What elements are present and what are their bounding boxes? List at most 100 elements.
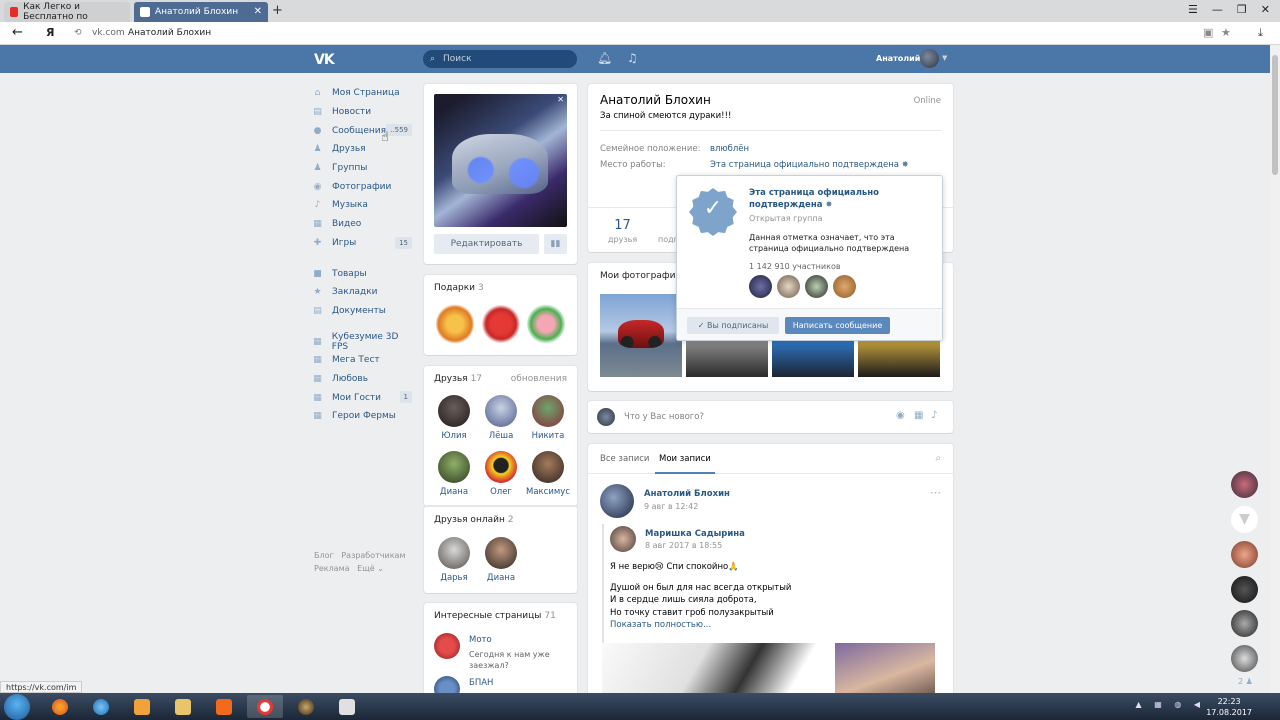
online-counter[interactable]: 2 ♟ bbox=[1238, 677, 1253, 686]
profile-status[interactable]: За спиной смеются дураки!!! bbox=[600, 111, 731, 121]
composer-input[interactable]: Что у Вас нового? bbox=[624, 412, 704, 422]
camera-icon[interactable]: ◉ bbox=[896, 410, 905, 421]
subscribed-button[interactable]: ✓ Вы подписаны bbox=[687, 317, 779, 334]
friend-item[interactable]: Дарья bbox=[431, 537, 477, 583]
taskbar-firefox[interactable] bbox=[42, 695, 78, 718]
stats-button[interactable]: ▮▮ bbox=[544, 234, 567, 254]
footer-link-blog[interactable]: Блог bbox=[314, 551, 334, 560]
repost-author[interactable]: Маришка Садырина bbox=[645, 529, 745, 539]
show-more-link[interactable]: Показать полностью... bbox=[610, 619, 791, 632]
friends-updates-link[interactable]: обновления bbox=[511, 374, 567, 384]
start-button[interactable] bbox=[4, 694, 30, 720]
menu-item-video[interactable]: ▦ Видео bbox=[312, 215, 416, 234]
friend-item[interactable]: Олег bbox=[478, 451, 524, 497]
post-author[interactable]: Анатолий Блохин bbox=[644, 489, 730, 499]
menu-item-my-page[interactable]: ⌂ Моя Страница bbox=[312, 84, 416, 103]
reader-icon[interactable]: ▣ bbox=[1203, 26, 1213, 39]
bell-icon[interactable]: 🔔︎ bbox=[597, 51, 612, 65]
gift-item[interactable] bbox=[482, 304, 520, 344]
bookmark-star-icon[interactable]: ★ bbox=[1221, 26, 1231, 39]
menu-item-app-2[interactable]: ▦ Мега Тест bbox=[312, 351, 416, 370]
profile-photo[interactable]: ✕ bbox=[434, 94, 567, 227]
menu-item-music[interactable]: ♪ Музыка bbox=[312, 196, 416, 215]
close-window-icon[interactable]: ✕ bbox=[1261, 3, 1270, 16]
url-host[interactable]: vk.com bbox=[92, 28, 125, 38]
taskbar-ie[interactable] bbox=[83, 695, 119, 718]
member-avatar[interactable] bbox=[833, 275, 856, 298]
footer-link-ads[interactable]: Реклама bbox=[314, 564, 350, 573]
gifts-title[interactable]: Подарки 3 bbox=[434, 283, 484, 293]
menu-item-groups[interactable]: ♟ Группы bbox=[312, 159, 416, 178]
header-avatar[interactable] bbox=[920, 49, 939, 68]
scrollbar-thumb[interactable] bbox=[1272, 55, 1278, 175]
header-user-name[interactable]: Анатолий bbox=[876, 54, 920, 63]
maximize-icon[interactable]: ❐ bbox=[1237, 3, 1247, 16]
friend-item[interactable]: Никита bbox=[525, 395, 571, 441]
taskbar-app[interactable] bbox=[329, 695, 365, 718]
taskbar-clock[interactable]: 22:23 17.08.2017 bbox=[1206, 696, 1252, 718]
download-icon[interactable]: ⤓ bbox=[1258, 26, 1263, 40]
search-input[interactable]: ⌕ Поиск bbox=[423, 50, 577, 68]
chat-avatar[interactable] bbox=[1231, 471, 1258, 498]
member-avatar[interactable] bbox=[777, 275, 800, 298]
system-tray[interactable]: ▲ ▦ ◍ ◀ bbox=[1136, 700, 1205, 709]
friend-item[interactable]: Юлия bbox=[431, 395, 477, 441]
search-icon[interactable]: ⌕ bbox=[935, 453, 941, 464]
menu-item-bookmarks[interactable]: ★ Закладки bbox=[312, 283, 416, 302]
footer-link-dev[interactable]: Разработчикам bbox=[341, 551, 405, 560]
repost-date[interactable]: 8 авг 2017 в 18:55 bbox=[645, 541, 722, 550]
verified-star-icon[interactable]: ✸ bbox=[902, 160, 909, 170]
more-options-icon[interactable]: ⋯ bbox=[930, 486, 941, 499]
popup-members[interactable]: 1 142 910 участников bbox=[749, 262, 841, 271]
menu-item-app-3[interactable]: ▦ Любовь bbox=[312, 370, 416, 389]
browser-tab-vk[interactable]: Анатолий Блохин ✕ bbox=[134, 2, 268, 22]
taskbar-explorer[interactable] bbox=[165, 695, 201, 718]
photos-title[interactable]: Мои фотографии bbox=[600, 271, 681, 281]
menu-item-messages[interactable]: ● Сообщения ..559 bbox=[312, 121, 416, 140]
menu-item-goods[interactable]: ■ Товары bbox=[312, 264, 416, 283]
video-icon[interactable]: ▦ bbox=[914, 410, 923, 421]
taskbar-yandex[interactable] bbox=[247, 695, 283, 718]
tab-my-posts[interactable]: Мои записи bbox=[655, 454, 715, 474]
page-scrollbar[interactable] bbox=[1270, 45, 1280, 693]
taskbar-app[interactable] bbox=[288, 695, 324, 718]
friend-item[interactable]: Диана bbox=[431, 451, 477, 497]
menu-icon[interactable]: ☰ bbox=[1188, 3, 1198, 16]
vk-logo[interactable]: VK bbox=[314, 52, 335, 68]
friends-online-title[interactable]: Друзья онлайн 2 bbox=[434, 515, 514, 525]
minimize-icon[interactable]: — bbox=[1212, 3, 1223, 16]
browser-tab-youtube[interactable]: Как Легко и Бесплатно по bbox=[4, 2, 130, 22]
friends-title[interactable]: Друзья 17 bbox=[434, 374, 482, 384]
member-avatar[interactable] bbox=[749, 275, 772, 298]
avatar[interactable] bbox=[610, 526, 636, 552]
taskbar-app[interactable] bbox=[206, 695, 242, 718]
member-avatar[interactable] bbox=[805, 275, 828, 298]
tab-all-posts[interactable]: Все записи bbox=[600, 454, 649, 464]
menu-item-photos[interactable]: ◉ Фотографии bbox=[312, 177, 416, 196]
close-icon[interactable]: ✕ bbox=[557, 95, 564, 104]
menu-item-documents[interactable]: ▤ Документы bbox=[312, 302, 416, 321]
menu-item-games[interactable]: ✚ Игры 15 bbox=[312, 234, 416, 253]
taskbar-media[interactable] bbox=[124, 695, 160, 718]
gift-item[interactable] bbox=[527, 304, 565, 344]
url-page-title[interactable]: Анатолий Блохин bbox=[128, 28, 211, 38]
chat-avatar[interactable] bbox=[1231, 541, 1258, 568]
chevron-down-icon[interactable]: ▼ bbox=[942, 54, 947, 62]
menu-item-app-5[interactable]: ▦ Герои Фермы bbox=[312, 407, 416, 426]
connection-icon[interactable]: ⟲ bbox=[74, 28, 82, 38]
music-icon[interactable]: ♪ bbox=[931, 410, 937, 421]
post-date[interactable]: 9 авг в 12:42 bbox=[644, 502, 698, 511]
family-value[interactable]: влюблён bbox=[710, 144, 749, 154]
close-icon[interactable]: ✕ bbox=[254, 6, 262, 17]
avatar[interactable] bbox=[600, 484, 634, 518]
popup-title[interactable]: Эта страница официально подтверждена ✸ bbox=[749, 187, 939, 211]
music-icon[interactable]: ♫ bbox=[627, 51, 638, 65]
edit-button[interactable]: Редактировать bbox=[434, 234, 539, 254]
work-value[interactable]: Эта страница официально подтверждена bbox=[710, 160, 899, 170]
menu-item-app-1[interactable]: ▦ Кубезумие 3D FPS bbox=[312, 332, 416, 352]
chat-avatar[interactable] bbox=[1231, 576, 1258, 603]
chat-avatar[interactable]: ▼ bbox=[1231, 506, 1258, 533]
photo-thumb[interactable] bbox=[600, 294, 682, 377]
chat-avatar[interactable] bbox=[1231, 610, 1258, 637]
write-message-button[interactable]: Написать сообщение bbox=[785, 317, 890, 334]
